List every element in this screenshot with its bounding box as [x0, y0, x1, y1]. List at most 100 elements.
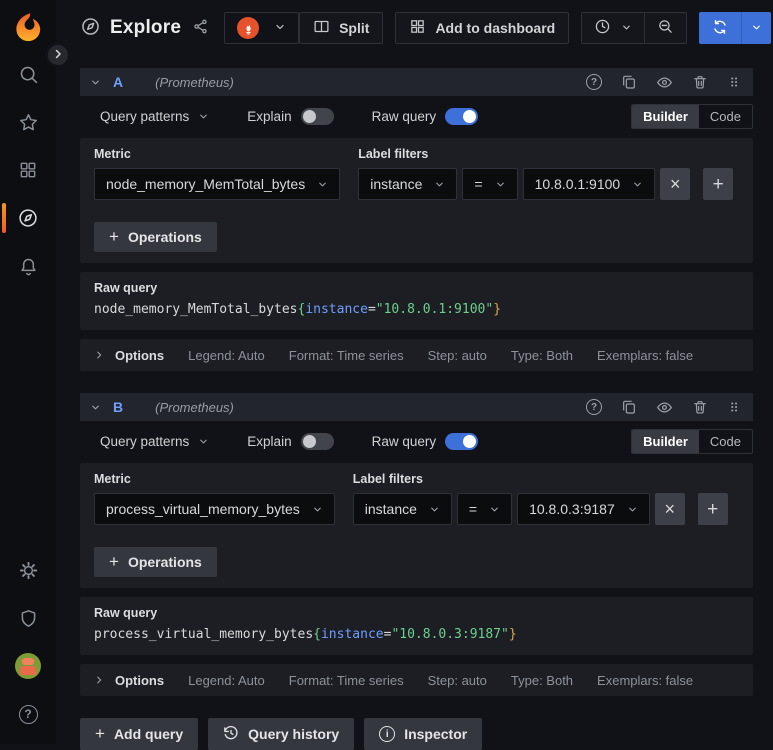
label-operator-select[interactable]: = — [456, 493, 513, 525]
explain-toggle[interactable] — [300, 433, 334, 450]
share-icon[interactable] — [192, 18, 209, 38]
remove-filter-button[interactable]: × — [660, 168, 691, 200]
tab-code[interactable]: Code — [699, 105, 752, 128]
plus-icon: + — [95, 724, 105, 743]
query-panel-a: A (Prometheus) ? Query patterns Explain … — [80, 68, 753, 371]
code-open-brace: { — [313, 627, 321, 642]
plus-icon: + — [707, 498, 719, 520]
add-operations-button[interactable]: + Operations — [94, 222, 217, 252]
sidebar-item-alerting[interactable] — [0, 242, 56, 290]
remove-query-trash-icon[interactable] — [692, 399, 708, 415]
label-value-select[interactable]: 10.8.0.3:9187 — [517, 493, 650, 525]
collapse-chevron-icon[interactable] — [90, 402, 101, 413]
split-button[interactable]: Split — [299, 12, 384, 44]
label-key-value: instance — [370, 176, 423, 192]
hide-query-eye-icon[interactable] — [656, 74, 673, 91]
options-title[interactable]: Options — [115, 673, 164, 688]
sidebar-item-profile[interactable] — [0, 642, 56, 690]
raw-query-label: Raw query — [94, 606, 158, 620]
metric-label: Metric — [94, 147, 131, 161]
add-filter-button[interactable]: + — [703, 168, 734, 200]
raw-query-toggle[interactable] — [445, 433, 479, 450]
query-ref-id[interactable]: A — [113, 74, 123, 90]
code-label-key: instance — [305, 302, 368, 317]
add-filter-button[interactable]: + — [697, 493, 728, 525]
raw-query-code: process_virtual_memory_bytes{instance="1… — [94, 627, 739, 642]
explain-toggle[interactable] — [300, 108, 334, 125]
option-type: Type: Both — [510, 672, 574, 688]
time-range-picker[interactable] — [582, 13, 644, 43]
topbar: Explore Split Add to dashboard — [56, 0, 773, 56]
query-help-icon[interactable]: ? — [586, 74, 602, 90]
drag-handle-icon[interactable] — [727, 399, 741, 415]
metric-value: node_memory_MemTotal_bytes — [106, 176, 306, 192]
raw-query-code: node_memory_MemTotal_bytes{instance="10.… — [94, 302, 739, 317]
sidebar-item-explore[interactable] — [0, 194, 56, 242]
raw-query-card: Raw query node_memory_MemTotal_bytes{ins… — [80, 272, 753, 330]
chevron-right-icon[interactable] — [94, 350, 104, 360]
chevron-right-icon[interactable] — [94, 675, 104, 685]
zoom-out-button[interactable] — [644, 13, 686, 43]
toggle-knob — [463, 435, 477, 448]
query-patterns-dropdown[interactable]: Query patterns — [100, 109, 209, 124]
label-key-select[interactable]: instance — [358, 168, 458, 200]
query-patterns-dropdown[interactable]: Query patterns — [100, 434, 209, 449]
tab-builder[interactable]: Builder — [632, 430, 699, 453]
tab-code[interactable]: Code — [699, 430, 752, 453]
query-header-actions: ? — [586, 399, 741, 416]
close-icon: × — [664, 499, 675, 519]
add-operations-button[interactable]: + Operations — [94, 547, 217, 577]
datasource-picker[interactable] — [224, 12, 300, 44]
label-value-select[interactable]: 10.8.0.1:9100 — [522, 168, 656, 200]
compass-icon — [17, 207, 39, 229]
query-history-label: Query history — [248, 726, 340, 742]
sidebar-item-help[interactable]: ? — [0, 690, 56, 738]
sidebar-expand-button[interactable] — [45, 42, 71, 68]
query-ref-id[interactable]: B — [113, 399, 123, 415]
time-range-group — [581, 12, 688, 44]
label-key-select[interactable]: instance — [352, 493, 452, 525]
metric-select[interactable]: process_virtual_memory_bytes — [94, 493, 335, 525]
metric-select[interactable]: node_memory_MemTotal_bytes — [94, 168, 341, 200]
collapse-chevron-icon[interactable] — [90, 77, 101, 88]
dashboards-grid-icon — [18, 160, 38, 180]
search-icon — [18, 64, 39, 85]
raw-query-label: Raw query — [94, 281, 158, 295]
grafana-logo-icon[interactable] — [11, 10, 45, 44]
remove-filter-button[interactable]: × — [654, 493, 685, 525]
code-metric: node_memory_MemTotal_bytes — [94, 302, 298, 317]
add-query-button[interactable]: + Add query — [80, 718, 199, 750]
metric-field: Metric node_memory_MemTotal_bytes — [94, 147, 341, 200]
code-equals: = — [367, 302, 376, 317]
raw-query-toggle[interactable] — [445, 108, 479, 125]
label-operator-select[interactable]: = — [462, 168, 518, 200]
operations-label: Operations — [127, 554, 202, 570]
sidebar-item-dashboards[interactable] — [0, 146, 56, 194]
raw-query-label: Raw query — [371, 434, 437, 449]
run-query-button[interactable] — [699, 12, 741, 44]
split-label: Split — [339, 20, 370, 36]
add-to-dashboard-button[interactable]: Add to dashboard — [395, 12, 570, 44]
options-title[interactable]: Options — [115, 348, 164, 363]
run-query-group — [699, 12, 772, 44]
query-help-icon[interactable]: ? — [586, 399, 602, 415]
query-history-button[interactable]: Query history — [208, 718, 355, 750]
run-query-dropdown[interactable] — [741, 12, 771, 44]
builder-code-switch: Builder Code — [631, 104, 753, 129]
duplicate-query-icon[interactable] — [621, 399, 637, 415]
gear-icon — [18, 560, 39, 581]
sidebar-item-starred[interactable] — [0, 98, 56, 146]
close-icon: × — [669, 174, 681, 194]
sidebar-item-configuration[interactable] — [0, 546, 56, 594]
duplicate-query-icon[interactable] — [621, 74, 637, 90]
label-filters-label: Label filters — [358, 147, 429, 161]
plus-icon: + — [109, 552, 119, 571]
hide-query-eye-icon[interactable] — [656, 399, 673, 416]
label-filters-field: Label filters instance = 10.8. — [352, 472, 728, 525]
page-title: Explore — [110, 17, 182, 38]
inspector-button[interactable]: i Inspector — [364, 718, 483, 750]
remove-query-trash-icon[interactable] — [692, 74, 708, 90]
tab-builder[interactable]: Builder — [632, 105, 699, 128]
sidebar-item-server-admin[interactable] — [0, 594, 56, 642]
drag-handle-icon[interactable] — [727, 74, 741, 90]
